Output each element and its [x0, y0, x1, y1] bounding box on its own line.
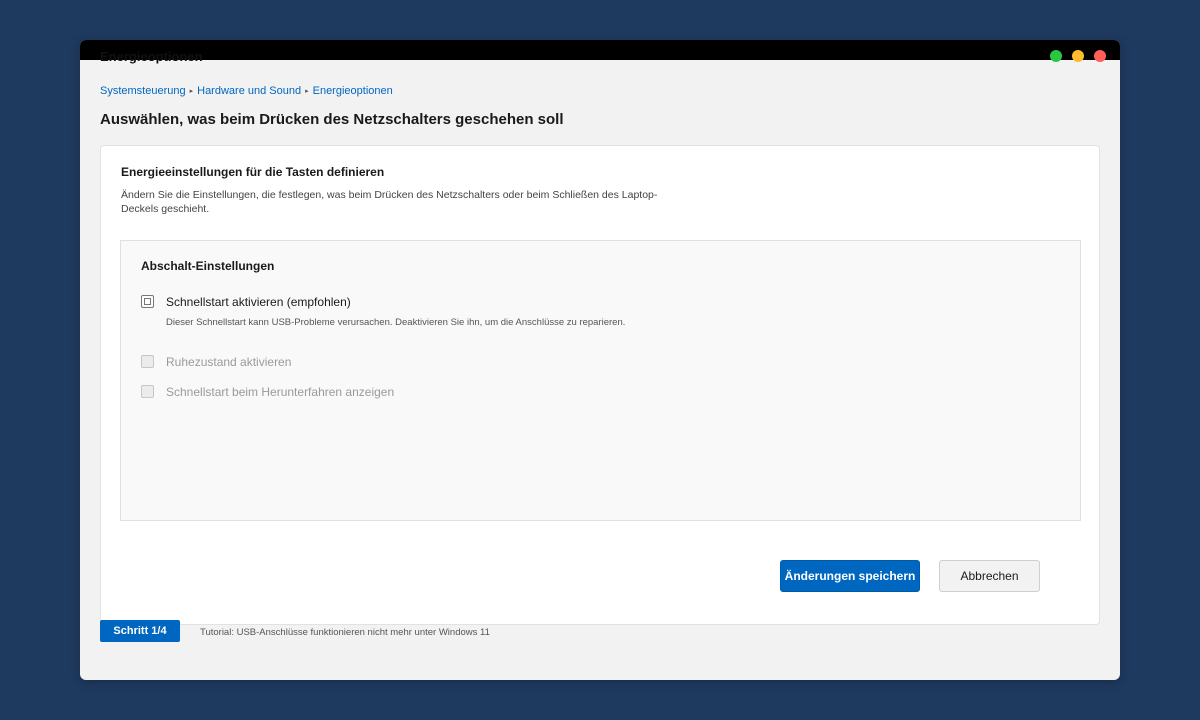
title-bar: Energieoptionen [80, 40, 1120, 64]
breadcrumb-separator-icon: ▸ [189, 88, 194, 95]
breadcrumb: Systemsteuerung ▸ Hardware und Sound ▸ Energ… [100, 85, 393, 97]
section-heading: Abschalt-Einstellungen [141, 259, 275, 273]
minimize-button[interactable] [1072, 50, 1084, 62]
fast-startup-checkbox[interactable] [141, 295, 154, 308]
energy-options-window: Energieoptionen Systemsteuerung ▸ Hardware… [80, 40, 1120, 680]
show-fast-startup-checkbox [141, 385, 154, 398]
card-heading: Energieeinstellungen für die Tasten defi… [121, 165, 385, 179]
breadcrumb-item-energieoptionen[interactable]: Energieoptionen [313, 85, 393, 97]
show-fast-startup-label: Schnellstart beim Herunterfahren anzeige… [166, 385, 395, 399]
hibernate-checkbox [141, 355, 154, 368]
fast-startup-label[interactable]: Schnellstart aktivieren (empfohlen) [166, 295, 351, 309]
save-changes-button[interactable]: Änderungen speichern [780, 560, 920, 592]
maximize-button[interactable] [1050, 50, 1062, 62]
shutdown-settings-section: Abschalt-Einstellungen Schnellstart akti… [120, 240, 1081, 521]
page-title: Auswählen, was beim Drücken des Netzscha… [100, 111, 564, 128]
close-button[interactable] [1094, 50, 1106, 62]
card-description: Ändern Sie die Einstellungen, die festle… [121, 189, 658, 215]
tutorial-caption: Tutorial: USB-Anschlüsse funktionieren n… [200, 627, 490, 638]
window-title: Energieoptionen [100, 49, 203, 64]
hibernate-label: Ruhezustand aktivieren [166, 355, 292, 369]
fast-startup-hint: Dieser Schnellstart kann USB-Probleme ve… [166, 317, 626, 328]
breadcrumb-item-hardware-und-sound[interactable]: Hardware und Sound [197, 85, 301, 97]
settings-card: Energieeinstellungen für die Tasten defi… [100, 145, 1100, 625]
cancel-button[interactable]: Abbrechen [939, 560, 1040, 592]
breadcrumb-item-systemsteuerung[interactable]: Systemsteuerung [100, 85, 186, 97]
step-badge: Schritt 1/4 [100, 620, 180, 642]
breadcrumb-separator-icon: ▸ [305, 88, 309, 95]
